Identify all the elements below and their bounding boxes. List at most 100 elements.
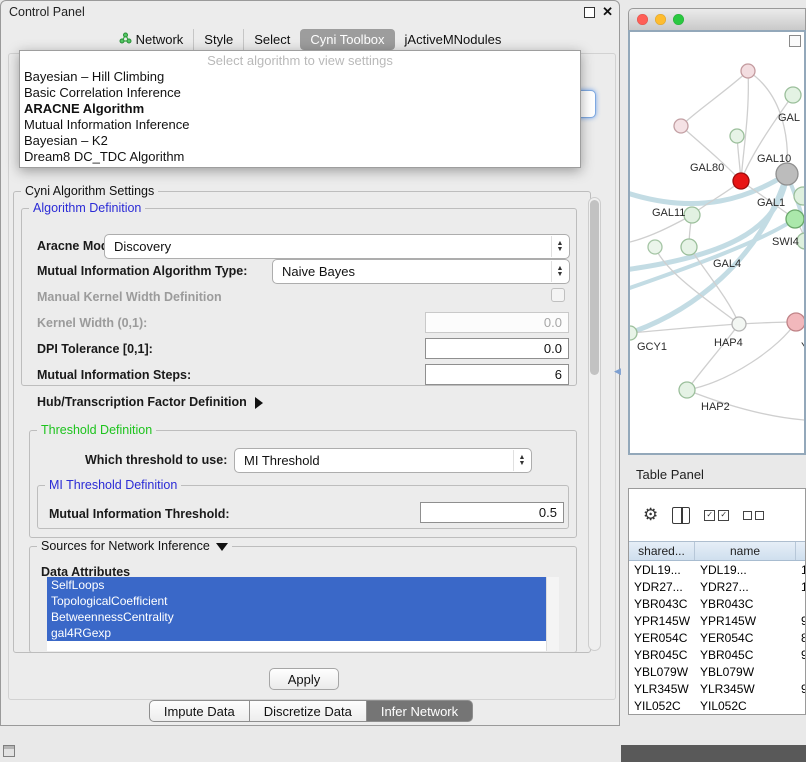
table-panel-window: ⚙ ✓✓ shared...name YDL19...YDL19...13YDR2… bbox=[628, 488, 806, 715]
bottom-tab-impute-data[interactable]: Impute Data bbox=[149, 700, 250, 722]
table-cell: 9. bbox=[796, 612, 805, 629]
network-node[interactable] bbox=[730, 129, 744, 143]
table-cell: YER054C bbox=[695, 629, 796, 646]
panel-splitter-arrow-icon[interactable]: ◀ bbox=[614, 366, 621, 377]
column-header-shared[interactable]: shared... bbox=[629, 542, 695, 560]
table-cell: YBR045C bbox=[695, 646, 796, 663]
bottom-tab-infer-network[interactable]: Infer Network bbox=[367, 700, 473, 722]
table-row[interactable]: YBR045CYBR045C9. bbox=[629, 646, 805, 663]
network-edge[interactable] bbox=[687, 322, 796, 390]
data-attributes-list[interactable]: SelfLoopsTopologicalCoefficientBetweenne… bbox=[47, 577, 546, 651]
network-node[interactable] bbox=[732, 317, 746, 331]
algorithm-option-dream8-dc-tdc-algorithm[interactable]: Dream8 DC_TDC Algorithm bbox=[20, 149, 580, 165]
tab-select[interactable]: Select bbox=[243, 29, 300, 50]
close-window-icon[interactable]: ✕ bbox=[602, 4, 613, 20]
table-body: YDL19...YDL19...13YDR27...YDR27...12YBR0… bbox=[629, 561, 805, 714]
algorithm-definition-title: Algorithm Definition bbox=[29, 201, 145, 215]
network-node[interactable] bbox=[681, 239, 697, 255]
attributes-list-scrollbar[interactable] bbox=[546, 577, 559, 651]
node-label-gal: GAL bbox=[778, 112, 800, 124]
minimized-window-icon[interactable] bbox=[3, 745, 15, 757]
network-edge[interactable] bbox=[687, 324, 739, 390]
network-node[interactable] bbox=[786, 210, 804, 228]
table-row[interactable]: YDL19...YDL19...13 bbox=[629, 561, 805, 578]
mi-threshold-field[interactable]: 0.5 bbox=[420, 502, 564, 523]
which-threshold-select[interactable]: MI Threshold ▲▼ bbox=[234, 448, 532, 473]
network-canvas[interactable]: GAL80GAL10GAL11GAL1SWI4GAL4GCY1HAP4HAP2G… bbox=[628, 30, 806, 455]
node-label-gcy1: GCY1 bbox=[637, 341, 667, 353]
network-node[interactable] bbox=[684, 207, 700, 223]
network-overview-toggle[interactable] bbox=[789, 35, 801, 47]
tab-label: Network bbox=[136, 32, 184, 47]
tab-jactivemnodules[interactable]: jActiveMNodules bbox=[395, 29, 512, 50]
network-edge[interactable] bbox=[630, 215, 692, 242]
mi-type-select[interactable]: Naive Bayes ▲▼ bbox=[272, 259, 570, 284]
network-edge[interactable] bbox=[741, 71, 748, 181]
apply-button[interactable]: Apply bbox=[269, 668, 339, 690]
network-node[interactable] bbox=[794, 187, 804, 205]
manual-kernel-checkbox[interactable] bbox=[551, 288, 565, 302]
zoom-light[interactable] bbox=[673, 14, 684, 25]
network-node[interactable] bbox=[741, 64, 755, 78]
table-row[interactable]: YLR345WYLR345W9. bbox=[629, 680, 805, 697]
network-node[interactable] bbox=[785, 87, 801, 103]
data-attribute-item[interactable]: TopologicalCoefficient bbox=[47, 593, 546, 609]
algorithm-option-aracne-algorithm[interactable]: ARACNE Algorithm bbox=[20, 101, 580, 117]
network-window-titlebar[interactable] bbox=[628, 8, 806, 30]
bottom-tab-discretize-data[interactable]: Discretize Data bbox=[250, 700, 367, 722]
settings-scrollbar-thumb[interactable] bbox=[590, 200, 599, 375]
table-cell: 9. bbox=[796, 680, 805, 697]
tab-style[interactable]: Style bbox=[193, 29, 243, 50]
algorithm-option-basic-correlation-inference[interactable]: Basic Correlation Inference bbox=[20, 85, 580, 101]
node-label-gal80: GAL80 bbox=[690, 162, 724, 174]
table-row[interactable]: YIL052CYIL052C bbox=[629, 697, 805, 714]
node-label-gal4: GAL4 bbox=[713, 258, 741, 270]
columns-icon[interactable] bbox=[672, 507, 690, 524]
table-row[interactable]: YBR043CYBR043C bbox=[629, 595, 805, 612]
sources-collapser[interactable]: Sources for Network Inference bbox=[37, 539, 232, 553]
node-label-hap4: HAP4 bbox=[714, 337, 743, 349]
kernel-width-field[interactable]: 0.0 bbox=[425, 312, 569, 333]
network-node[interactable] bbox=[679, 382, 695, 398]
mi-steps-field[interactable]: 6 bbox=[425, 364, 569, 385]
network-node[interactable] bbox=[776, 163, 798, 185]
data-attribute-item[interactable]: gal4RGexp bbox=[47, 625, 546, 641]
column-header-hidden[interactable] bbox=[796, 542, 806, 560]
table-row[interactable]: YPR145WYPR145W9. bbox=[629, 612, 805, 629]
algorithm-option-bayesian-hill-climbing[interactable]: Bayesian – Hill Climbing bbox=[20, 69, 580, 85]
clear-checkboxes-icon[interactable] bbox=[743, 511, 764, 520]
mi-type-label: Mutual Information Algorithm Type: bbox=[37, 264, 247, 278]
table-cell: YDL19... bbox=[629, 561, 695, 578]
data-attribute-item[interactable]: SelfLoops bbox=[47, 577, 546, 593]
network-node[interactable] bbox=[787, 313, 804, 331]
tab-label: Select bbox=[254, 32, 290, 47]
dpi-tolerance-field[interactable]: 0.0 bbox=[425, 338, 569, 359]
float-window-icon[interactable] bbox=[584, 7, 595, 18]
network-edge[interactable] bbox=[681, 71, 748, 126]
table-cell bbox=[796, 663, 805, 680]
table-row[interactable]: YBL079WYBL079W bbox=[629, 663, 805, 680]
network-graph[interactable]: GAL80GAL10GAL11GAL1SWI4GAL4GCY1HAP4HAP2G… bbox=[630, 32, 804, 453]
close-light[interactable] bbox=[637, 14, 648, 25]
aracne-mode-select[interactable]: Discovery ▲▼ bbox=[104, 234, 570, 259]
hub-definition-expander[interactable]: Hub/Transcription Factor Definition bbox=[37, 395, 263, 409]
tab-network[interactable]: Network bbox=[109, 29, 194, 50]
table-cell: YDL19... bbox=[695, 561, 796, 578]
settings-gear-icon[interactable]: ⚙ bbox=[643, 505, 658, 525]
network-node[interactable] bbox=[648, 240, 662, 254]
table-row[interactable]: YDR27...YDR27...12 bbox=[629, 578, 805, 595]
network-node[interactable] bbox=[733, 173, 749, 189]
network-node[interactable] bbox=[674, 119, 688, 133]
algorithm-dropdown-placeholder: Select algorithm to view settings bbox=[20, 53, 580, 69]
algorithm-option-bayesian-k2[interactable]: Bayesian – K2 bbox=[20, 133, 580, 149]
algorithm-option-mutual-information-inference[interactable]: Mutual Information Inference bbox=[20, 117, 580, 133]
network-node[interactable] bbox=[630, 326, 637, 340]
table-row[interactable]: YER054CYER054C8. bbox=[629, 629, 805, 646]
tab-cyni-toolbox[interactable]: Cyni Toolbox bbox=[300, 29, 394, 50]
settings-scrollbar[interactable] bbox=[588, 197, 601, 651]
column-header-name[interactable]: name bbox=[695, 542, 796, 560]
select-all-checkboxes-icon[interactable]: ✓✓ bbox=[704, 510, 729, 521]
expand-right-icon bbox=[255, 397, 263, 409]
data-attribute-item[interactable]: BetweennessCentrality bbox=[47, 609, 546, 625]
minimize-light[interactable] bbox=[655, 14, 666, 25]
